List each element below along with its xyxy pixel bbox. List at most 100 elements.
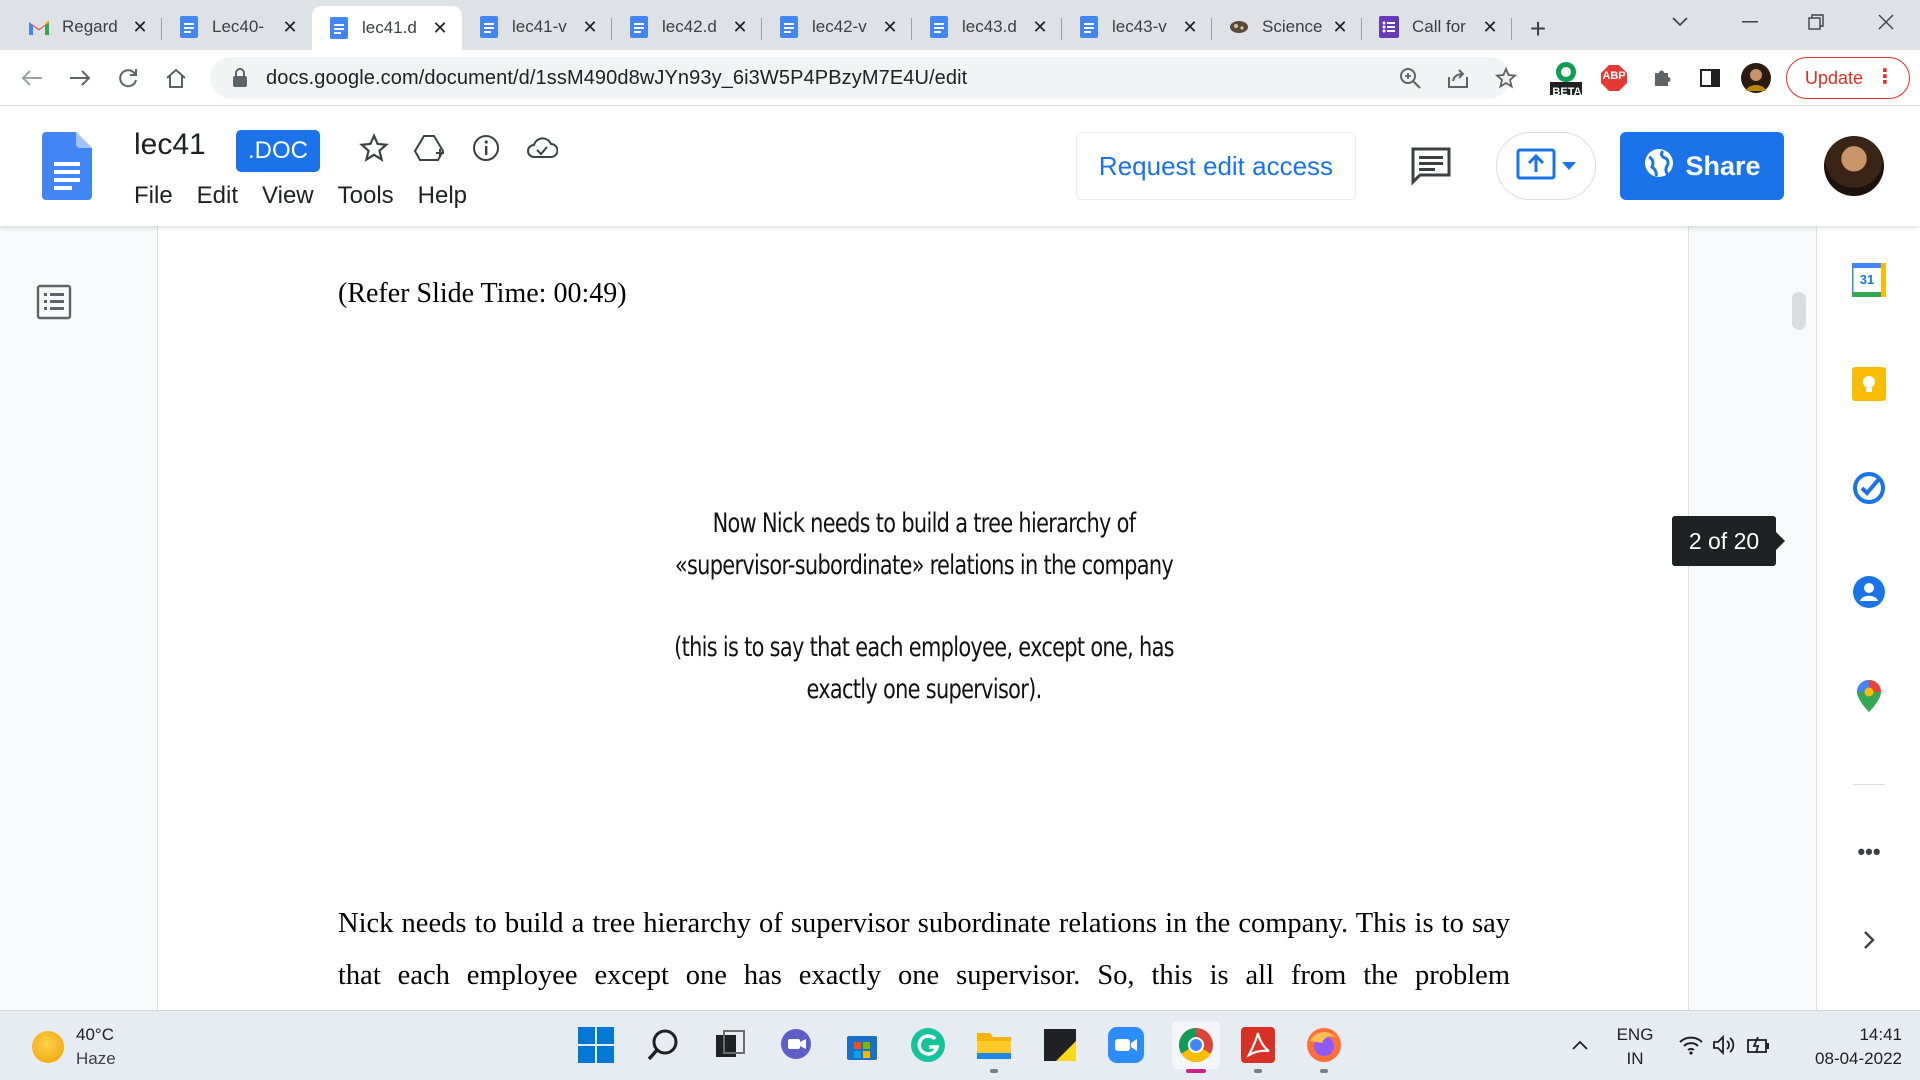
sticky-notes-icon[interactable] (1040, 1025, 1080, 1065)
document-page[interactable]: (Refer Slide Time: 00:49) Now Nick needs… (157, 226, 1689, 1010)
menu-file[interactable]: File (134, 182, 173, 210)
tab-title: lec42.d (662, 17, 717, 36)
weather-condition[interactable]: Haze (76, 1049, 116, 1069)
close-icon[interactable]: ✕ (130, 17, 150, 37)
menu-help[interactable]: Help (418, 182, 467, 210)
browser-tab[interactable]: Regard ✕ (12, 6, 162, 48)
address-bar[interactable]: docs.google.com/document/d/1ssM490d8wJYn… (210, 57, 1510, 99)
weather-temperature[interactable]: 40°C (76, 1025, 114, 1045)
document-title[interactable]: lec41 (134, 128, 206, 162)
file-explorer-icon[interactable] (974, 1025, 1014, 1073)
browser-tab[interactable]: lec43.d ✕ (912, 6, 1062, 48)
star-icon[interactable] (356, 130, 392, 166)
browser-tab[interactable]: lec42-v ✕ (762, 6, 912, 48)
reload-icon[interactable] (110, 60, 146, 96)
move-to-drive-icon[interactable] (412, 130, 448, 166)
browser-tab[interactable]: Science ✕ (1212, 6, 1362, 48)
profile-avatar-small[interactable] (1738, 60, 1774, 96)
menu-bar: File Edit View Tools Help (134, 182, 491, 210)
menu-view[interactable]: View (262, 182, 314, 210)
file-type-badge: .DOC (236, 130, 320, 172)
close-icon[interactable]: ✕ (730, 17, 750, 37)
firefox-icon[interactable] (1304, 1025, 1344, 1073)
caret-down-icon[interactable] (1562, 157, 1576, 175)
forms-icon (1378, 16, 1400, 38)
google-maps-icon[interactable] (1851, 678, 1887, 714)
google-contacts-icon[interactable] (1851, 574, 1887, 610)
browser-tab[interactable]: Call for ✕ (1362, 6, 1512, 48)
update-button[interactable]: Update ⋮ (1786, 57, 1910, 99)
close-icon[interactable]: ✕ (1180, 17, 1200, 37)
close-icon[interactable]: ✕ (430, 18, 450, 38)
show-hidden-icons-chevron-icon[interactable] (1566, 1025, 1594, 1065)
browser-tab[interactable]: lec42.d ✕ (612, 6, 762, 48)
forward-icon[interactable] (62, 60, 98, 96)
comment-history-icon[interactable] (1410, 146, 1456, 188)
close-icon[interactable]: ✕ (1480, 17, 1500, 37)
close-icon[interactable]: ✕ (1030, 17, 1050, 37)
docs-icon (328, 17, 350, 39)
back-icon[interactable] (14, 60, 50, 96)
new-tab-button[interactable]: + (1518, 8, 1558, 50)
tab-search-chevron-icon[interactable] (1650, 0, 1710, 44)
close-icon[interactable]: ✕ (880, 17, 900, 37)
running-indicator (1320, 1069, 1328, 1073)
menu-tools[interactable]: Tools (338, 182, 394, 210)
google-docs-logo-icon[interactable] (42, 132, 92, 200)
search-icon[interactable] (644, 1025, 684, 1065)
share-button[interactable]: Share (1620, 132, 1784, 200)
browser-tab[interactable]: lec43-v ✕ (1062, 6, 1212, 48)
microsoft-store-icon[interactable] (842, 1025, 882, 1065)
restore-icon[interactable] (1786, 0, 1846, 44)
weather-sun-icon[interactable] (32, 1031, 64, 1063)
language-region[interactable]: IN (1612, 1049, 1658, 1069)
expand-panel-chevron-icon[interactable] (1851, 922, 1887, 958)
more-apps-icon[interactable]: ••• (1851, 834, 1887, 870)
google-tasks-icon[interactable] (1851, 470, 1887, 506)
home-icon[interactable] (158, 60, 194, 96)
present-button[interactable] (1496, 132, 1596, 200)
windows-start-icon[interactable] (576, 1025, 616, 1065)
grammarly-icon[interactable] (908, 1025, 948, 1065)
close-icon[interactable]: ✕ (580, 17, 600, 37)
bookmark-star-icon[interactable] (1488, 60, 1524, 96)
info-icon[interactable] (468, 130, 504, 166)
language-indicator[interactable]: ENG (1612, 1025, 1658, 1045)
side-panel-icon[interactable] (1692, 60, 1728, 96)
battery-charging-icon[interactable] (1744, 1025, 1774, 1065)
docs-icon (628, 16, 650, 38)
browser-tab[interactable]: Lec40- ✕ (162, 6, 312, 48)
google-calendar-icon[interactable]: 31 (1851, 262, 1887, 298)
menu-dots-icon[interactable]: ⋮ (1875, 67, 1895, 87)
lock-icon[interactable] (232, 68, 252, 88)
clock-time[interactable]: 14:41 (1790, 1025, 1902, 1045)
volume-icon[interactable] (1710, 1025, 1740, 1065)
slide-text-line: (this is to say that each employee, exce… (674, 632, 1174, 663)
task-view-icon[interactable] (710, 1025, 750, 1065)
close-icon[interactable]: ✕ (1330, 17, 1350, 37)
tab-title: Regard (62, 17, 118, 36)
scrollbar-thumb[interactable] (1792, 292, 1806, 330)
extension-beta-icon[interactable]: BETA (1546, 56, 1586, 100)
close-icon[interactable]: ✕ (280, 17, 300, 37)
chrome-icon[interactable] (1172, 1021, 1220, 1073)
adblock-icon[interactable]: ABP (1596, 60, 1632, 96)
document-outline-icon[interactable] (36, 284, 72, 320)
slide-text-line: «supervisor-subordinate» relations in th… (674, 550, 1174, 581)
minimize-icon[interactable] (1720, 0, 1780, 44)
wifi-icon[interactable] (1676, 1025, 1706, 1065)
menu-edit[interactable]: Edit (197, 182, 238, 210)
account-avatar[interactable] (1824, 136, 1884, 196)
acrobat-reader-icon[interactable] (1238, 1025, 1278, 1073)
window-close-icon[interactable] (1856, 0, 1916, 44)
clock-date[interactable]: 08-04-2022 (1790, 1049, 1902, 1069)
browser-tab-active[interactable]: lec41.d ✕ (312, 6, 462, 50)
google-keep-icon[interactable] (1851, 366, 1887, 402)
browser-tab[interactable]: lec41-v ✕ (462, 6, 612, 48)
extensions-puzzle-icon[interactable] (1644, 60, 1680, 96)
teams-chat-icon[interactable] (776, 1025, 816, 1065)
zoom-icon[interactable] (1392, 60, 1428, 96)
share-page-icon[interactable] (1440, 60, 1476, 96)
zoom-app-icon[interactable] (1106, 1025, 1146, 1065)
request-edit-access-button[interactable]: Request edit access (1076, 132, 1356, 200)
